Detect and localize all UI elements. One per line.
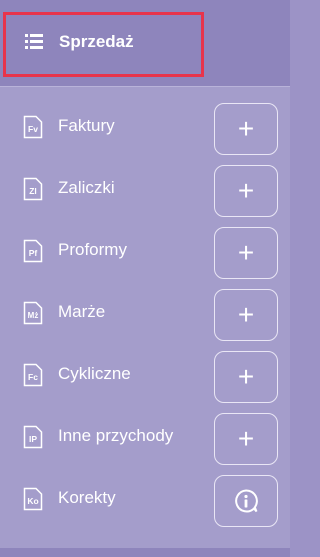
menu-item-proformy[interactable]: Pf Proformy +: [0, 218, 290, 280]
other-income-document-icon: IP: [23, 425, 43, 449]
plus-icon: +: [237, 175, 255, 206]
menu-item-marze[interactable]: Mż Marże +: [0, 280, 290, 342]
plus-icon: +: [237, 237, 255, 268]
doc-code-6: Ko: [27, 496, 38, 506]
invoice-document-icon: Fv: [23, 115, 43, 139]
add-inne-przychody-button[interactable]: +: [214, 413, 278, 465]
plus-icon: +: [237, 299, 255, 330]
sales-menu-panel: Fv Faktury + Zl Zaliczki + Pf Proformy +…: [0, 86, 290, 549]
menu-item-label: Inne przychody: [58, 426, 174, 445]
plus-icon: +: [237, 423, 255, 454]
add-marza-button[interactable]: +: [214, 289, 278, 341]
menu-item-korekty[interactable]: Ko Korekty: [0, 466, 290, 528]
doc-code-0: Fv: [28, 124, 38, 134]
menu-item-label: Proformy: [58, 240, 127, 259]
correction-document-icon: Ko: [23, 487, 43, 511]
proforma-document-icon: Pf: [23, 239, 43, 263]
sales-title: Sprzedaż: [59, 32, 134, 51]
menu-item-cykliczne[interactable]: Fc Cykliczne +: [0, 342, 290, 404]
add-faktura-button[interactable]: +: [214, 103, 278, 155]
advance-document-icon: Zl: [23, 177, 43, 201]
menu-item-label: Faktury: [58, 116, 115, 135]
add-proforma-button[interactable]: +: [214, 227, 278, 279]
menu-item-label: Cykliczne: [58, 364, 131, 383]
doc-code-5: IP: [29, 434, 37, 444]
doc-code-2: Pf: [29, 248, 38, 258]
add-cykliczna-button[interactable]: +: [214, 351, 278, 403]
menu-item-inne-przychody[interactable]: IP Inne przychody +: [0, 404, 290, 466]
info-icon: [235, 489, 258, 513]
menu-item-faktury[interactable]: Fv Faktury +: [0, 94, 290, 156]
menu-item-zaliczki[interactable]: Zl Zaliczki +: [0, 156, 290, 218]
bottom-divider: [0, 548, 290, 557]
recurring-document-icon: Fc: [23, 363, 43, 387]
margin-document-icon: Mż: [23, 301, 43, 325]
sales-header[interactable]: Sprzedaż: [0, 0, 290, 86]
menu-item-label: Korekty: [58, 488, 116, 507]
doc-code-1: Zl: [29, 186, 37, 196]
menu-item-label: Zaliczki: [58, 178, 115, 197]
plus-icon: +: [237, 113, 255, 144]
doc-code-4: Fc: [28, 372, 38, 382]
doc-code-3: Mż: [28, 311, 39, 320]
korekty-info-button[interactable]: [214, 475, 278, 527]
plus-icon: +: [237, 361, 255, 392]
add-zaliczka-button[interactable]: +: [214, 165, 278, 217]
list-icon: [25, 34, 43, 49]
menu-item-label: Marże: [58, 302, 106, 321]
